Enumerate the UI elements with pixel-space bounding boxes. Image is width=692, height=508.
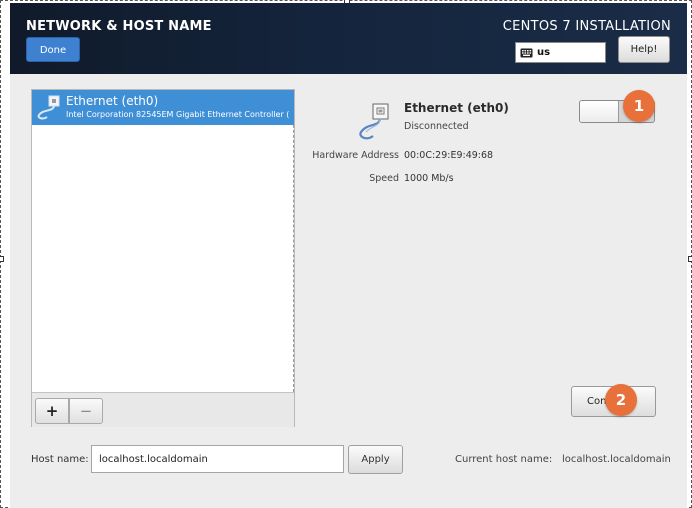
host-name-input[interactable] — [91, 445, 344, 473]
device-name: Ethernet (eth0) — [404, 101, 509, 115]
installer-window: NETWORK & HOST NAME Done CENTOS 7 INSTAL… — [10, 3, 687, 508]
hardware-address-label: Hardware Address — [312, 150, 399, 161]
current-host-name-label: Current host name: — [455, 454, 553, 465]
network-cable-icon — [35, 95, 63, 125]
apply-button[interactable]: Apply — [348, 445, 403, 474]
installation-title: CENTOS 7 INSTALLATION — [502, 19, 671, 34]
list-item-ethernet-eth0[interactable]: Ethernet (eth0) Intel Corporation 82545E… — [32, 90, 294, 125]
remove-connection-button[interactable]: − — [69, 398, 103, 424]
connection-list-panel: Ethernet (eth0) Intel Corporation 82545E… — [31, 89, 295, 427]
keyboard-layout-label: us — [537, 47, 551, 58]
host-name-label: Host name: — [31, 454, 89, 465]
keyboard-layout-indicator[interactable]: us — [515, 42, 606, 63]
step-marker-1: 1 — [623, 90, 655, 122]
speed-label: Speed — [369, 173, 399, 184]
done-button[interactable]: Done — [26, 37, 80, 62]
connection-name: Ethernet (eth0) — [66, 94, 159, 108]
connection-description: Intel Corporation 82545EM Gigabit Ethern… — [66, 110, 290, 119]
page-title: NETWORK & HOST NAME — [26, 19, 212, 34]
step-marker-2: 2 — [605, 384, 637, 416]
resize-handle-left[interactable] — [0, 256, 4, 262]
connection-list: Ethernet (eth0) Intel Corporation 82545E… — [32, 90, 294, 392]
current-host-name-value: localhost.localdomain — [562, 454, 671, 465]
help-button[interactable]: Help! — [618, 36, 670, 63]
toggle-knob — [580, 101, 619, 122]
hardware-address-value: 00:0C:29:E9:49:68 — [404, 150, 494, 161]
add-connection-button[interactable]: + — [35, 398, 69, 424]
keyboard-icon — [520, 48, 533, 61]
device-status: Disconnected — [404, 121, 469, 132]
speed-value: 1000 Mb/s — [404, 173, 454, 184]
network-cable-icon — [355, 101, 399, 149]
header-bar: NETWORK & HOST NAME Done CENTOS 7 INSTAL… — [10, 3, 687, 74]
list-toolbar: + − — [32, 392, 294, 427]
resize-handle-right[interactable] — [688, 256, 692, 262]
